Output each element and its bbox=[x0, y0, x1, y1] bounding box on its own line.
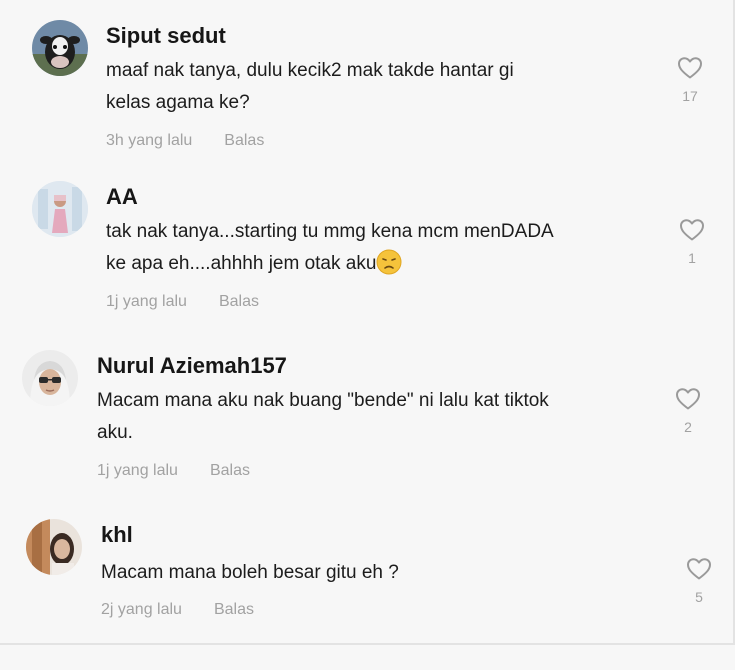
comment-item: khl Macam mana boleh besar gitu eh ? 2j … bbox=[0, 0, 733, 643]
comment-text: Macam mana boleh besar gitu eh ? bbox=[101, 562, 399, 583]
like-count: 5 bbox=[695, 589, 703, 605]
comment-timestamp: 2j yang lalu bbox=[101, 601, 182, 618]
comment-username[interactable]: khl bbox=[101, 522, 133, 548]
comment-meta: 2j yang lalu Balas bbox=[101, 601, 254, 619]
comment-list: Siput sedut maaf nak tanya, dulu kecik2 … bbox=[0, 0, 735, 645]
reply-button[interactable]: Balas bbox=[214, 601, 254, 618]
avatar[interactable] bbox=[26, 519, 82, 575]
heart-outline-icon bbox=[687, 558, 711, 580]
like-button[interactable]: 5 bbox=[679, 557, 719, 605]
